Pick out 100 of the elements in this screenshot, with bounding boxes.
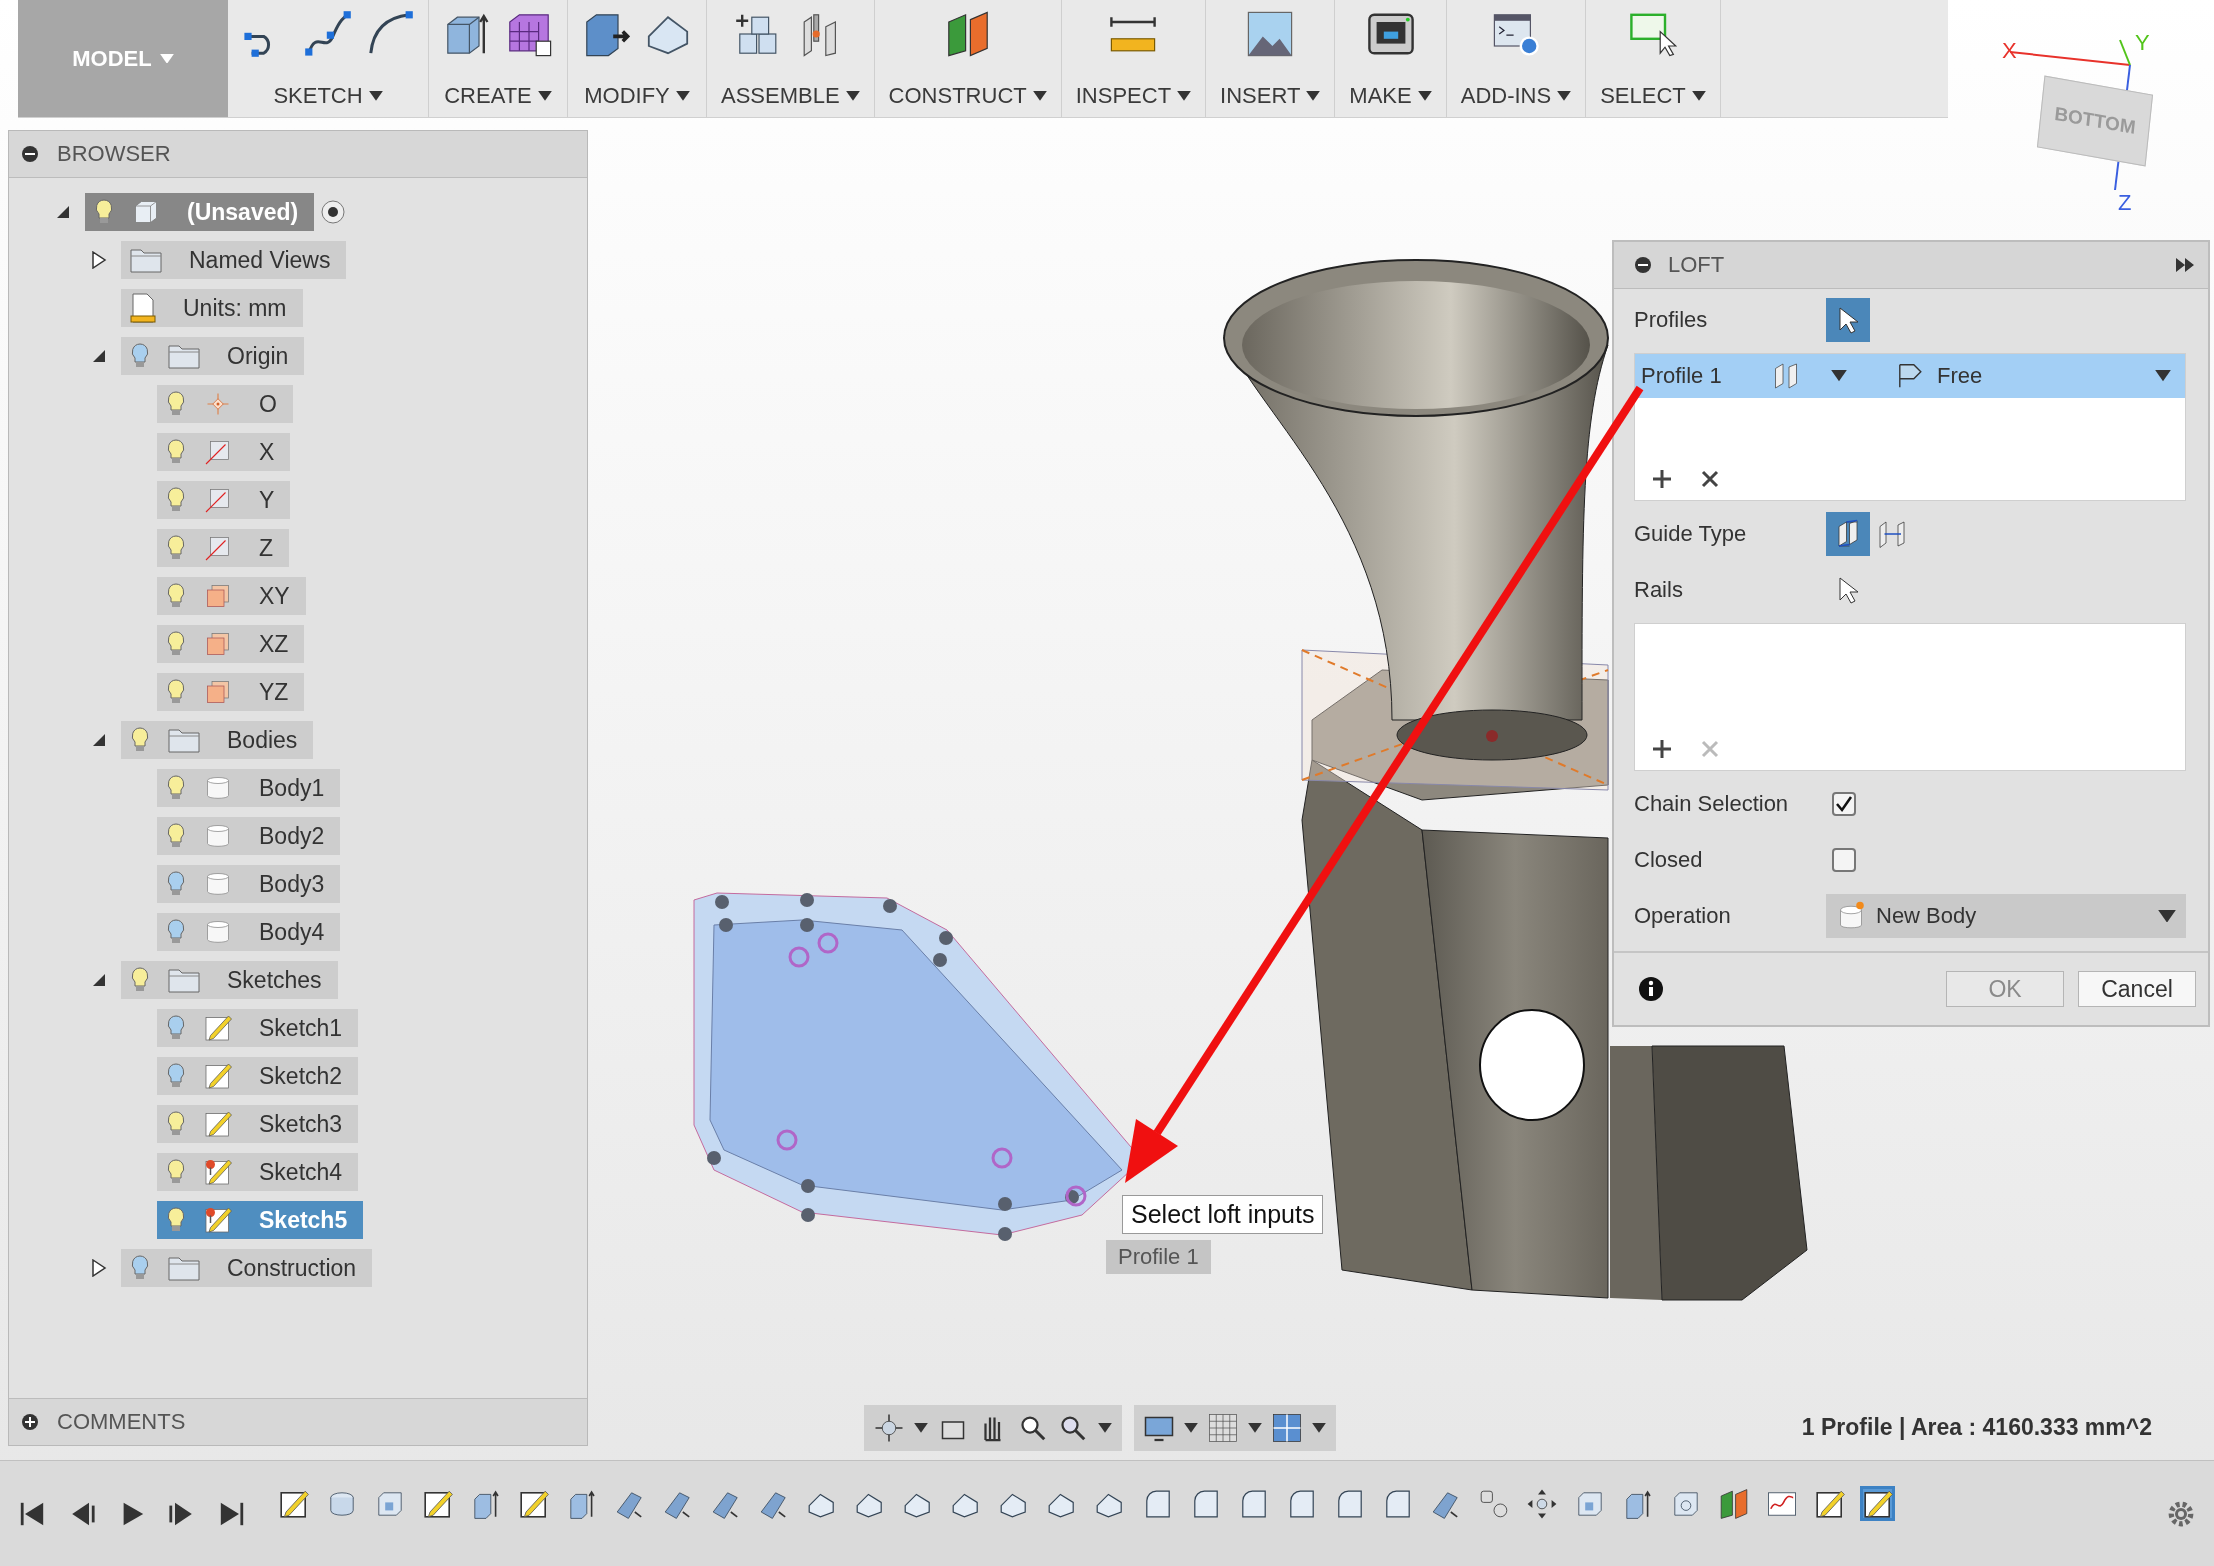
light-bulb-icon: [129, 342, 151, 370]
browser-item[interactable]: Y: [157, 481, 291, 519]
collapse-icon[interactable]: [1634, 256, 1652, 274]
caret-icon: [2155, 370, 2171, 382]
expand-icon[interactable]: [21, 1413, 39, 1431]
toolbar-menu[interactable]: ASSEMBLE: [721, 83, 860, 109]
toolbar-menu[interactable]: INSPECT: [1075, 83, 1192, 109]
sketch-icon: [203, 1109, 233, 1139]
light-bulb-icon: [165, 1158, 187, 1186]
checkbox[interactable]: [1832, 792, 1856, 816]
browser-item[interactable]: YZ: [157, 673, 305, 711]
tooltip: Select loft inputs: [1122, 1195, 1324, 1234]
plus-icon: [1651, 738, 1673, 760]
browser-item[interactable]: (Unsaved): [85, 193, 315, 231]
profile-label: Profile 1: [1641, 363, 1723, 389]
caret-icon: [914, 1423, 928, 1433]
folder-icon: [167, 342, 201, 370]
plus-icon: [1651, 468, 1673, 490]
toolbar-menu[interactable]: MAKE: [1349, 83, 1432, 109]
select-profiles-button[interactable]: [1826, 298, 1870, 342]
light-bulb-icon: [165, 534, 187, 562]
browser-item[interactable]: Origin: [121, 337, 305, 375]
toolbar-menu[interactable]: SELECT: [1600, 83, 1706, 109]
cursor-icon: [1836, 576, 1860, 604]
browser-item[interactable]: X: [157, 433, 291, 471]
light-bulb-icon: [165, 390, 187, 418]
collapsed-triangle-icon[interactable]: [91, 1259, 107, 1277]
browser-item[interactable]: Units: mm: [121, 289, 303, 327]
light-bulb-icon: [129, 966, 151, 994]
field-label: Rails: [1634, 577, 1684, 603]
field-label: Guide Type: [1634, 521, 1748, 547]
timeline-feature[interactable]: [1860, 1486, 1895, 1521]
centerline-icon: [1877, 519, 1907, 549]
radio-icon[interactable]: [320, 199, 347, 225]
panel-title: COMMENTS: [57, 1409, 186, 1435]
caret-icon: [1098, 1423, 1112, 1433]
browser-item[interactable]: Body3: [157, 865, 341, 903]
cursor-icon: [1836, 306, 1860, 334]
info-icon[interactable]: [1638, 976, 1664, 1002]
field-label: Chain Selection: [1634, 791, 1790, 817]
light-bulb-icon: [165, 582, 187, 610]
toolbar-menu[interactable]: INSERT: [1220, 83, 1321, 109]
axis-label: X: [2002, 38, 2017, 64]
toolbar-menu[interactable]: ADD-INS: [1460, 83, 1572, 109]
double-arrow-icon[interactable]: [2176, 258, 2194, 272]
browser-item[interactable]: Sketch3: [157, 1105, 359, 1143]
grid-icon[interactable]: [1208, 1413, 1238, 1443]
panel-title: BROWSER: [57, 141, 171, 167]
browser-item[interactable]: XY: [157, 577, 306, 615]
browser-item[interactable]: Body4: [157, 913, 341, 951]
caret-icon: [1312, 1423, 1326, 1433]
spline-icon[interactable]: [304, 10, 352, 58]
toolbar-menu[interactable]: SKETCH: [273, 83, 383, 109]
browser-item[interactable]: Body2: [157, 817, 341, 855]
dialog-button[interactable]: Cancel: [2078, 971, 2196, 1007]
light-bulb-icon: [165, 1062, 187, 1090]
light-bulb-icon: [165, 630, 187, 658]
light-bulb-icon: [93, 198, 115, 226]
browser-item[interactable]: Construction: [121, 1249, 373, 1287]
browser-item[interactable]: XZ: [157, 625, 305, 663]
viewports-icon[interactable]: [1272, 1413, 1302, 1443]
light-bulb-icon: [129, 1254, 151, 1282]
sketch-icon: [203, 1013, 233, 1043]
browser-item[interactable]: Bodies: [121, 721, 314, 759]
move-feature-icon: [1525, 1487, 1558, 1520]
caret-icon: [1831, 370, 1847, 382]
folder-icon: [167, 1254, 201, 1282]
sketch-icon: [203, 1061, 233, 1091]
toolbar-menu[interactable]: CREATE: [444, 83, 552, 109]
caret-icon: [1691, 91, 1706, 101]
profile-row[interactable]: Profile 1 Free: [1635, 354, 2185, 398]
light-bulb-icon: [165, 822, 187, 850]
caret-icon: [845, 91, 860, 101]
guide-type-button[interactable]: [1826, 512, 1870, 556]
operation-dropdown[interactable]: New Body: [1826, 894, 2186, 938]
toolbar-menu[interactable]: MODIFY: [584, 83, 690, 109]
browser-item[interactable]: Z: [157, 529, 290, 567]
browser-item[interactable]: Named Views: [121, 241, 347, 279]
browser-item[interactable]: Sketch5: [157, 1201, 364, 1239]
browser-item[interactable]: Sketch1: [157, 1009, 359, 1047]
caret-icon: [537, 91, 552, 101]
browser-item[interactable]: O: [157, 385, 293, 423]
caret-icon: [2158, 909, 2176, 923]
collapsed-triangle-icon[interactable]: [91, 251, 107, 269]
caret-icon: [675, 91, 690, 101]
close-icon: [1701, 740, 1719, 758]
picture-icon[interactable]: [1246, 10, 1295, 58]
light-bulb-icon: [165, 870, 187, 898]
caret-icon: [1248, 1423, 1262, 1433]
zoom-icon[interactable]: [1018, 1413, 1048, 1443]
browser-item[interactable]: Sketch4: [157, 1153, 359, 1191]
axis-label: Y: [2135, 30, 2150, 56]
checkbox[interactable]: [1832, 848, 1856, 872]
zoom-window-icon[interactable]: [1058, 1413, 1088, 1443]
toolbar-menu[interactable]: CONSTRUCT: [888, 83, 1047, 109]
collapse-icon[interactable]: [21, 145, 39, 163]
browser-item[interactable]: Sketches: [121, 961, 338, 999]
browser-item[interactable]: Body1: [157, 769, 341, 807]
browser-item[interactable]: Sketch2: [157, 1057, 359, 1095]
orbit-icon[interactable]: [874, 1413, 904, 1443]
